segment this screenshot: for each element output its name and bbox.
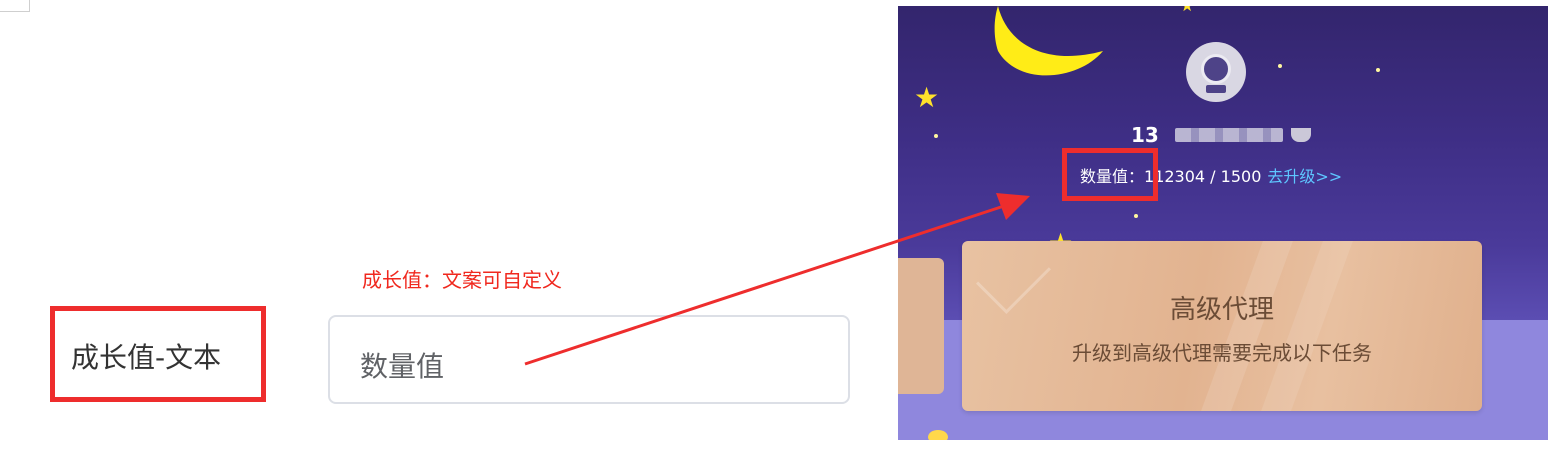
avatar[interactable] [1186, 42, 1246, 102]
level-card-subtitle: 升级到高级代理需要完成以下任务 [1072, 341, 1372, 365]
username: 13 [1131, 123, 1159, 147]
growth-text-input-value: 数量值 [360, 350, 445, 383]
phone-preview: ★ ★ ★ 13 数量值：112304 / 1500去升级>> 高级代理 升级到… [898, 6, 1548, 440]
annotation-note: 成长值：文案可自定义 [362, 268, 562, 292]
star-dot [1376, 68, 1380, 72]
star-icon: ★ [1180, 6, 1194, 14]
growth-value: 112304 / 1500 [1144, 167, 1262, 186]
field-label: 成长值-文本 [71, 341, 222, 374]
growth-text-input[interactable]: 数量值 [328, 315, 850, 404]
previous-level-card[interactable] [898, 258, 944, 394]
upgrade-link[interactable]: 去升级>> [1267, 167, 1342, 186]
level-card-title: 高级代理 [1169, 295, 1274, 325]
username-redacted [1175, 128, 1283, 142]
trophy-icon [1291, 128, 1311, 142]
badge-icon [928, 430, 948, 440]
star-dot [934, 134, 938, 138]
level-card[interactable]: 高级代理 升级到高级代理需要完成以下任务 [962, 239, 1482, 411]
star-dot [1278, 64, 1282, 68]
growth-label-highlight-box [1062, 148, 1158, 201]
star-icon: ★ [914, 81, 940, 114]
star-dot [1134, 214, 1138, 218]
corner-frame-mark [0, 0, 30, 12]
